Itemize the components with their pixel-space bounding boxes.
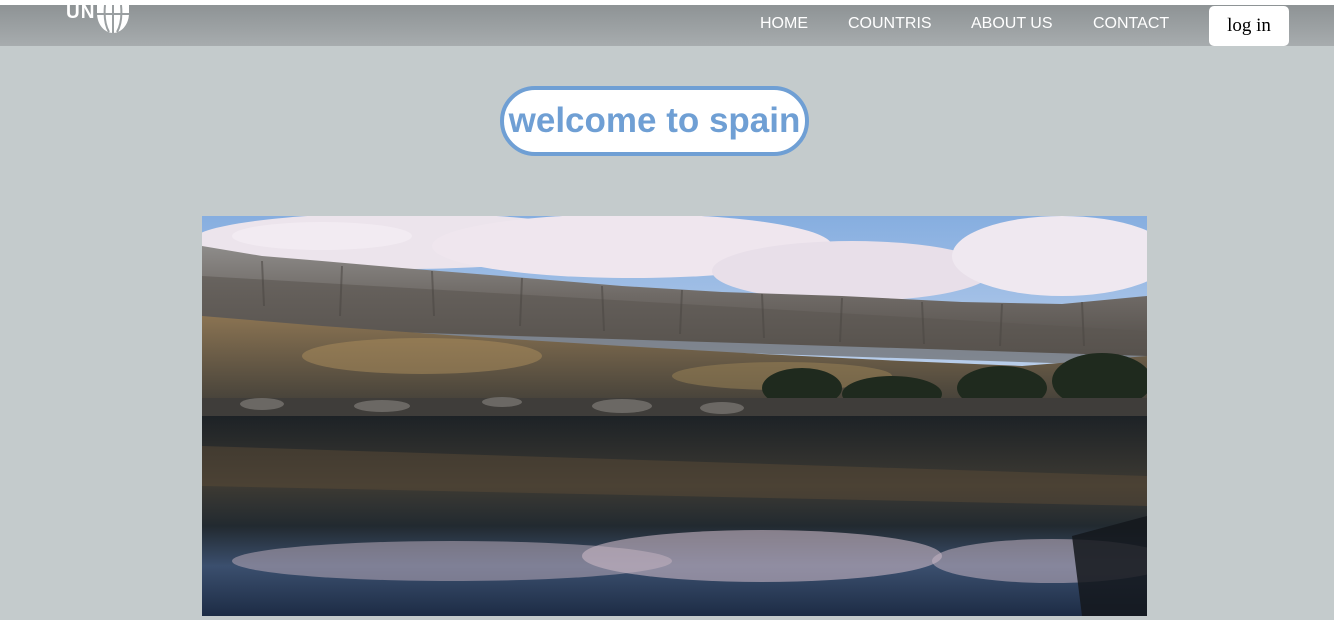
hero-image — [202, 216, 1147, 616]
nav-contact-link[interactable]: CONTACT — [1093, 15, 1169, 33]
login-button[interactable]: log in — [1209, 6, 1289, 46]
nav-countries-link[interactable]: COUNTRIS — [848, 15, 932, 33]
nav-about-us-link[interactable]: ABOUT US — [971, 15, 1053, 33]
page-title: welcome to spain — [508, 101, 801, 140]
navbar: UN HOME COUNTRIS ABOUT US CONTACT log in — [0, 3, 1334, 46]
welcome-banner: welcome to spain — [500, 86, 809, 156]
main-nav: HOME COUNTRIS ABOUT US CONTACT — [0, 5, 1334, 46]
nav-home-link[interactable]: HOME — [760, 15, 808, 33]
